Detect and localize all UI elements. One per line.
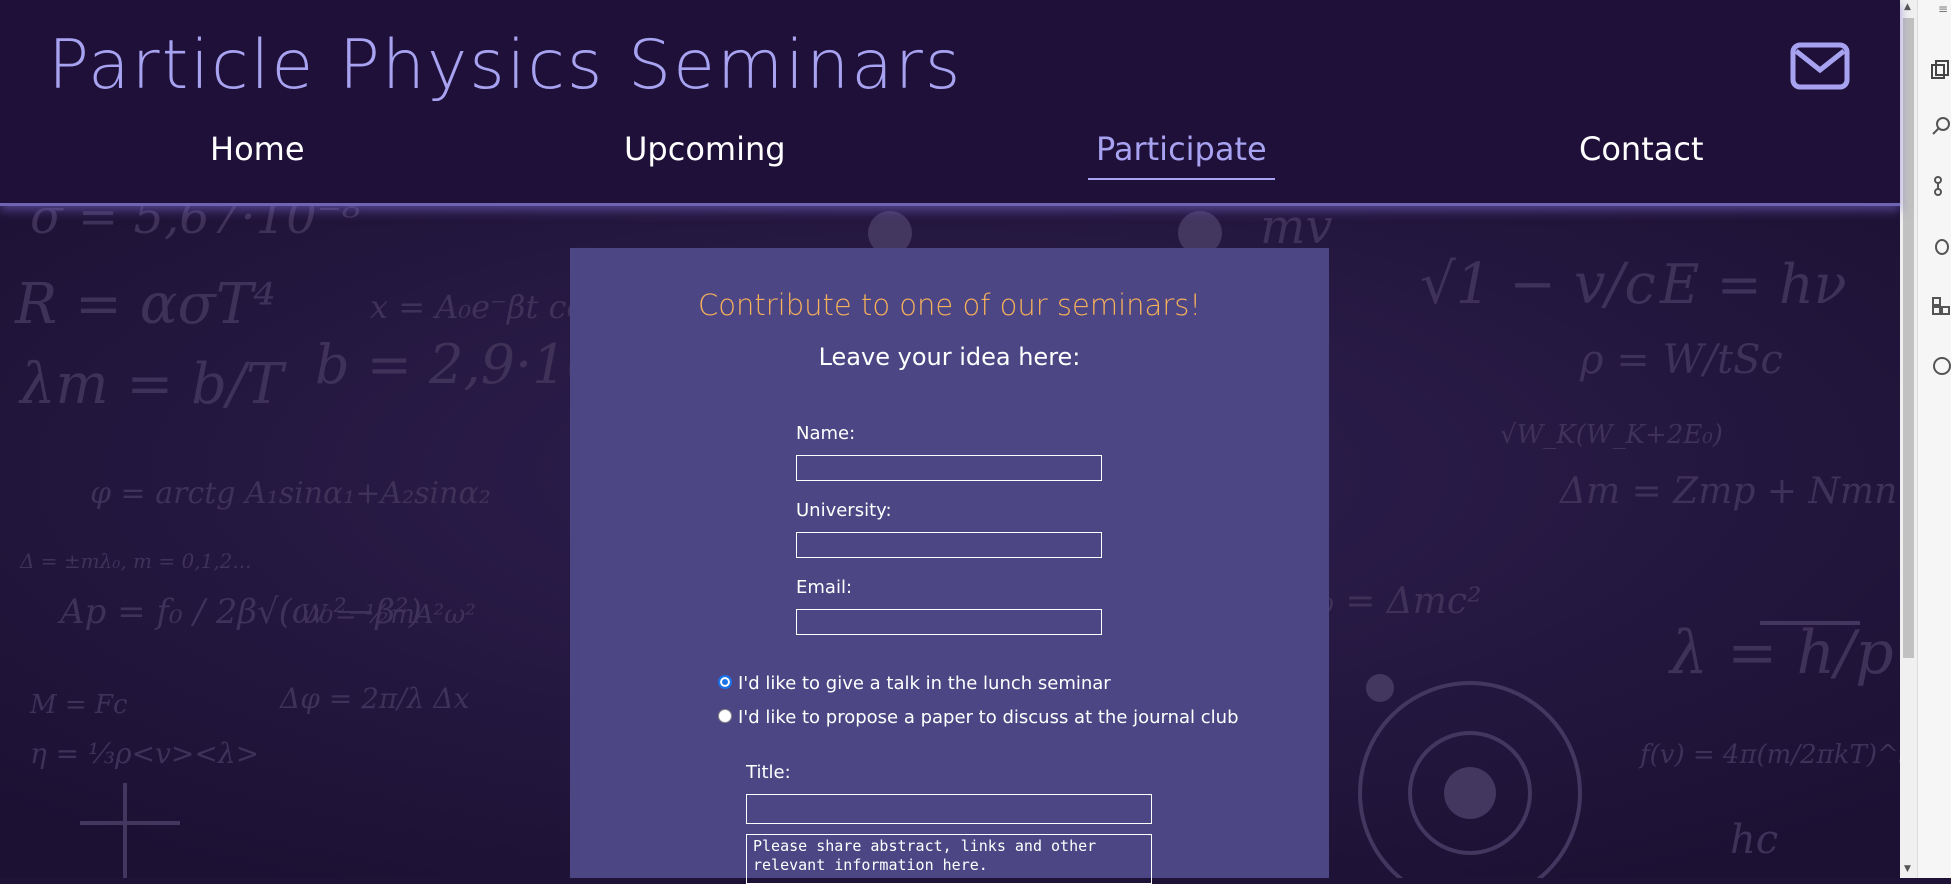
extensions-icon[interactable] [1930,295,1951,317]
nav-home[interactable]: Home [202,130,313,178]
envelope-icon[interactable] [1790,42,1850,90]
site-title: Particle Physics Seminars [48,26,963,105]
svg-text:b = 2,9·10: b = 2,9·10 [315,333,601,396]
nav-contact[interactable]: Contact [1571,130,1712,178]
svg-text:W = ½mA²ω²: W = ½mA²ω² [300,600,476,630]
radio-option-lunch-talk[interactable]: I'd like to give a talk in the lunch sem… [718,673,1111,694]
svg-text:√W_K(W_K+2E₀): √W_K(W_K+2E₀) [1500,420,1723,450]
nav-upcoming[interactable]: Upcoming [616,130,794,178]
university-input[interactable] [796,532,1102,558]
debug-icon[interactable] [1930,235,1951,257]
copy-icon[interactable] [1930,58,1951,80]
svg-text:M = Fc: M = Fc [29,690,128,720]
svg-text:hc: hc [1730,817,1778,863]
menu-icon[interactable]: ≡ [1938,2,1948,16]
email-label: Email: [796,577,853,598]
svg-text:R = ασT⁴: R = ασT⁴ [14,272,276,337]
github-icon[interactable] [1930,355,1951,377]
svg-text:f(v) = 4π(m/2πkT)^3/2: f(v) = 4π(m/2πkT)^3/2 [1638,740,1900,770]
radio-button[interactable] [718,709,732,723]
search-icon[interactable] [1930,115,1951,137]
svg-text:λm = b/T: λm = b/T [18,352,287,417]
radio-option-journal-club[interactable]: I'd like to propose a paper to discuss a… [718,707,1239,728]
svg-text:E = hν: E = hν [1659,253,1847,316]
nav-participate[interactable]: Participate [1088,130,1275,180]
form-subtitle: Leave your idea here: [818,343,1081,371]
site-header: Particle Physics Seminars Home Upcoming … [0,0,1900,206]
svg-text:φ = arctg A₁sinα₁+A₂sinα₂: φ = arctg A₁sinα₁+A₂sinα₂ [90,476,491,511]
svg-text:Δm = Zmp + Nmn: Δm = Zmp + Nmn [1558,471,1897,512]
email-input[interactable] [796,609,1102,635]
svg-text:ρ = W/tSc: ρ = W/tSc [1579,337,1783,383]
source-control-icon[interactable] [1930,175,1951,197]
form-title: Contribute to one of our seminars! [698,288,1201,322]
details-textarea[interactable]: Please share abstract, links and other r… [746,834,1152,884]
scroll-down-arrow-icon[interactable]: ▼ [1904,864,1911,874]
radio-button-checked[interactable] [718,675,732,689]
name-input[interactable] [796,455,1102,481]
university-label: University: [796,500,892,521]
title-label: Title: [746,762,791,783]
radio-label-lunch-talk: I'd like to give a talk in the lunch sem… [738,673,1111,694]
browser-side-panel: ≡ [1917,0,1951,878]
participate-form-card: Contribute to one of our seminars! Leave… [570,248,1329,884]
title-input[interactable] [746,794,1152,824]
svg-text:√1 − v/c: √1 − v/c [1420,252,1656,317]
svg-text:σ = 5,67·10⁻⁸: σ = 5,67·10⁻⁸ [30,203,361,245]
radio-label-journal-club: I'd like to propose a paper to discuss a… [738,707,1239,728]
main-nav: Home Upcoming Participate Contact [0,130,1900,190]
scroll-thumb[interactable] [1903,18,1914,658]
svg-text:λ = h/p: λ = h/p [1668,618,1894,688]
svg-text:Δ = ±mλ₀, m = 0,1,2...: Δ = ±mλ₀, m = 0,1,2... [19,549,251,573]
svg-text:Δφ = 2π/λ Δx: Δφ = 2π/λ Δx [279,682,470,715]
name-label: Name: [796,423,856,444]
page-scrollbar[interactable]: ▲ ▼ [1900,0,1917,878]
svg-text:η = ⅓ρ<v><λ>: η = ⅓ρ<v><λ> [30,737,259,770]
scroll-up-arrow-icon[interactable]: ▲ [1904,2,1911,12]
